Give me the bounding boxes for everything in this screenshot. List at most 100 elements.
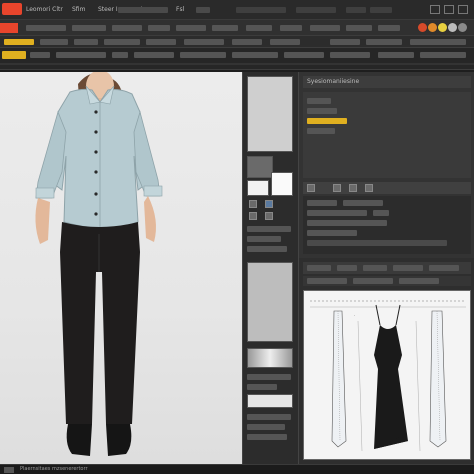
prop-list-row-7[interactable] xyxy=(307,240,447,246)
toolbar2-btn-4[interactable] xyxy=(104,39,140,45)
minimize-button[interactable] xyxy=(430,5,440,14)
toolbar2-btn-5[interactable] xyxy=(146,39,176,45)
maximize-button[interactable] xyxy=(444,5,454,14)
material-preview-2[interactable] xyxy=(247,156,273,178)
menu-placeholder-5[interactable] xyxy=(346,7,366,13)
toolbar-btn-3[interactable] xyxy=(112,25,142,31)
toolbar-btn-1[interactable] xyxy=(26,25,66,31)
material-preview-4[interactable] xyxy=(271,172,293,196)
toolbar-btn-2[interactable] xyxy=(72,25,106,31)
prop-tab-3[interactable] xyxy=(349,184,357,192)
toolbar-btn-9[interactable] xyxy=(310,25,340,31)
material-preview-1[interactable] xyxy=(247,76,293,152)
color-dot-2[interactable] xyxy=(428,23,437,32)
prop-tab-4[interactable] xyxy=(365,184,373,192)
prop-row-2[interactable] xyxy=(307,108,337,114)
properties-canvas xyxy=(303,92,471,178)
tool-icon-2[interactable] xyxy=(265,200,273,208)
material-preview-3[interactable] xyxy=(247,180,269,196)
toolbar2-btn-6[interactable] xyxy=(184,39,224,45)
sketch-canvas[interactable]: · xyxy=(303,290,471,460)
toolbar-btn-8[interactable] xyxy=(280,25,302,31)
toolbar2-btn-11[interactable] xyxy=(410,39,466,45)
prop-row-4[interactable] xyxy=(307,128,335,134)
menu-placeholder-2[interactable] xyxy=(196,7,210,13)
tool-row-2[interactable] xyxy=(247,236,281,242)
toolbar-btn-5[interactable] xyxy=(176,25,206,31)
prop-list-row-2[interactable] xyxy=(343,200,383,206)
prop-tab-1[interactable] xyxy=(307,184,315,192)
toolbar2-btn-10[interactable] xyxy=(366,39,402,45)
toolbar-btn-7[interactable] xyxy=(246,25,272,31)
pattern-tool-2[interactable] xyxy=(337,265,357,271)
pattern-tool-4[interactable] xyxy=(393,265,423,271)
menu-item-file[interactable]: Leomori Cltr xyxy=(26,6,63,13)
prop-row-1[interactable] xyxy=(307,98,331,104)
menu-placeholder-3[interactable] xyxy=(236,7,286,13)
toolbar-accent-red[interactable] xyxy=(0,23,18,33)
close-button[interactable] xyxy=(458,5,468,14)
prop-list-row-1[interactable] xyxy=(307,200,337,206)
toolbar3-btn-4[interactable] xyxy=(112,52,128,58)
material-preview-5[interactable] xyxy=(247,262,293,342)
toolbar3-btn-10[interactable] xyxy=(378,52,414,58)
toolbar3-btn-3[interactable] xyxy=(56,52,106,58)
toolbar2-btn-9[interactable] xyxy=(330,39,360,45)
pattern-toolbar xyxy=(303,262,471,274)
material-preview-6[interactable] xyxy=(247,348,293,368)
toolbar2-btn-7[interactable] xyxy=(232,39,262,45)
menu-placeholder-1[interactable] xyxy=(118,7,168,13)
toolbar-btn-4[interactable] xyxy=(148,25,170,31)
properties-header: Syesiomaniiesine xyxy=(303,76,471,88)
toolbar3-btn-7[interactable] xyxy=(232,52,278,58)
color-dot-5[interactable] xyxy=(458,23,467,32)
pattern-tool-6[interactable] xyxy=(307,278,347,284)
color-dot-4[interactable] xyxy=(448,23,457,32)
tool-row-8[interactable] xyxy=(247,434,287,440)
toolbar3-btn-5[interactable] xyxy=(134,52,174,58)
tool-row-1[interactable] xyxy=(247,226,291,232)
pattern-tool-5[interactable] xyxy=(429,265,459,271)
tool-row-5[interactable] xyxy=(247,384,277,390)
color-dot-1[interactable] xyxy=(418,23,427,32)
color-dot-3[interactable] xyxy=(438,23,447,32)
toolbar2-btn-1[interactable] xyxy=(4,39,34,45)
menu-placeholder-6[interactable] xyxy=(370,7,392,13)
material-preview-7[interactable] xyxy=(247,394,293,408)
prop-row-3[interactable] xyxy=(307,118,347,124)
tool-row-3[interactable] xyxy=(247,246,287,252)
toolbar2-btn-8[interactable] xyxy=(270,39,300,45)
menu-placeholder-4[interactable] xyxy=(296,7,336,13)
prop-list-row-3[interactable] xyxy=(307,210,367,216)
prop-list-row-6[interactable] xyxy=(307,230,357,236)
toolbar3-btn-11[interactable] xyxy=(420,52,466,58)
prop-tab-2[interactable] xyxy=(333,184,341,192)
menu-item-window[interactable]: Fsl xyxy=(176,6,184,13)
menu-item-edit[interactable]: Sfim xyxy=(72,6,85,13)
tool-row-6[interactable] xyxy=(247,414,291,420)
pattern-tool-7[interactable] xyxy=(353,278,393,284)
prop-list-row-5[interactable] xyxy=(307,220,387,226)
toolbar3-btn-8[interactable] xyxy=(284,52,324,58)
menu-bar: Leomori Cltr Sfim Steer Imesvesto Fsl xyxy=(0,0,474,20)
toolbar3-btn-6[interactable] xyxy=(180,52,226,58)
tool-icon-3[interactable] xyxy=(249,212,257,220)
app-logo[interactable] xyxy=(2,3,22,15)
tool-icon-4[interactable] xyxy=(265,212,273,220)
toolbar-btn-11[interactable] xyxy=(378,25,400,31)
pattern-tool-8[interactable] xyxy=(399,278,439,284)
pattern-tool-1[interactable] xyxy=(307,265,331,271)
toolbar3-btn-2[interactable] xyxy=(30,52,50,58)
pattern-tool-3[interactable] xyxy=(363,265,387,271)
toolbar2-btn-2[interactable] xyxy=(40,39,68,45)
toolbar3-btn-9[interactable] xyxy=(330,52,370,58)
toolbar2-btn-3[interactable] xyxy=(74,39,98,45)
model-viewport[interactable] xyxy=(0,72,242,464)
toolbar3-btn-1[interactable] xyxy=(2,51,26,59)
prop-list-row-4[interactable] xyxy=(373,210,389,216)
tool-row-4[interactable] xyxy=(247,374,291,380)
tool-row-7[interactable] xyxy=(247,424,285,430)
tool-icon-1[interactable] xyxy=(249,200,257,208)
toolbar-btn-6[interactable] xyxy=(212,25,238,31)
toolbar-btn-10[interactable] xyxy=(346,25,372,31)
